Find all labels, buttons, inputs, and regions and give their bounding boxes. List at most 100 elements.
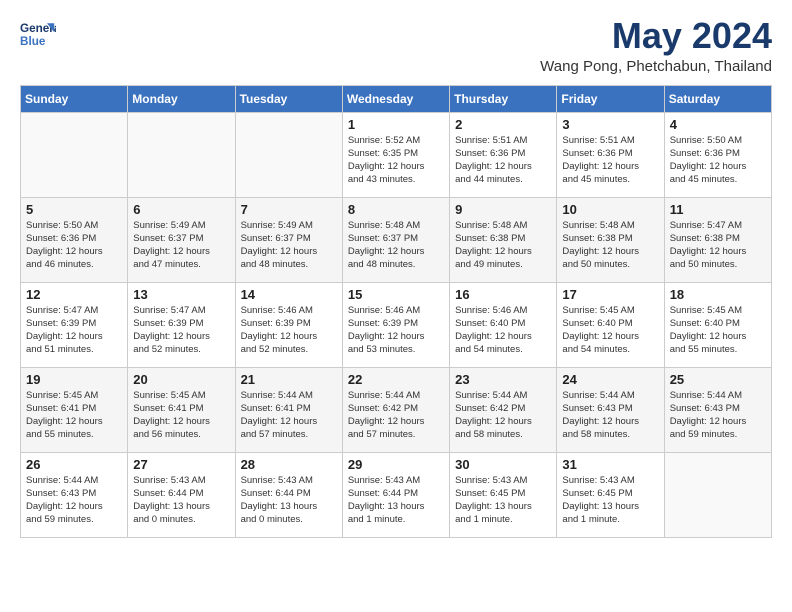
header-sunday: Sunday (21, 85, 128, 112)
title-area: May 2024 Wang Pong, Phetchabun, Thailand (540, 16, 772, 75)
calendar-cell: 19Sunrise: 5:45 AM Sunset: 6:41 PM Dayli… (21, 367, 128, 452)
day-number: 17 (562, 287, 658, 302)
day-number: 8 (348, 202, 444, 217)
calendar-cell: 8 Sunrise: 5:48 AM Sunset: 6:37 PM Daylig… (342, 197, 449, 282)
day-number: 2 (455, 117, 551, 132)
cell-info: Sunrise: 5:46 AM Sunset: 6:40 PM Dayligh… (455, 304, 551, 357)
day-number: 23 (455, 372, 551, 387)
calendar-cell: 24Sunrise: 5:44 AM Sunset: 6:43 PM Dayli… (557, 367, 664, 452)
calendar-cell (128, 112, 235, 197)
calendar-cell: 27Sunrise: 5:43 AM Sunset: 6:44 PM Dayli… (128, 452, 235, 537)
cell-info: Sunrise: 5:47 AM Sunset: 6:39 PM Dayligh… (26, 304, 122, 357)
page-header: General Blue May 2024 Wang Pong, Phetcha… (20, 16, 772, 75)
calendar-cell: 23 Sunrise: 5:44 AM Sunset: 6:42 PM Dayli… (450, 367, 557, 452)
day-number: 7 (241, 202, 337, 217)
day-number: 30 (455, 457, 551, 472)
cell-info: Sunrise: 5:43 AM Sunset: 6:45 PM Dayligh… (455, 474, 551, 527)
week-row-2: 5 Sunrise: 5:50 AM Sunset: 6:36 PM Daylig… (21, 197, 772, 282)
calendar-cell: 4 Sunrise: 5:50 AM Sunset: 6:36 PM Daylig… (664, 112, 771, 197)
day-number: 1 (348, 117, 444, 132)
cell-info: Sunrise: 5:51 AM Sunset: 6:36 PM Dayligh… (562, 134, 658, 187)
cell-info: Sunrise: 5:47 AM Sunset: 6:39 PM Dayligh… (133, 304, 229, 357)
calendar-cell: 7 Sunrise: 5:49 AM Sunset: 6:37 PM Daylig… (235, 197, 342, 282)
cell-info: Sunrise: 5:50 AM Sunset: 6:36 PM Dayligh… (670, 134, 766, 187)
cell-info: Sunrise: 5:44 AM Sunset: 6:43 PM Dayligh… (562, 389, 658, 442)
day-number: 4 (670, 117, 766, 132)
calendar-cell: 12 Sunrise: 5:47 AM Sunset: 6:39 PM Dayli… (21, 282, 128, 367)
calendar-table: SundayMondayTuesdayWednesdayThursdayFrid… (20, 85, 772, 538)
day-number: 22 (348, 372, 444, 387)
calendar-cell (664, 452, 771, 537)
day-number: 16 (455, 287, 551, 302)
calendar-cell: 9Sunrise: 5:48 AM Sunset: 6:38 PM Daylig… (450, 197, 557, 282)
calendar-cell: 5 Sunrise: 5:50 AM Sunset: 6:36 PM Daylig… (21, 197, 128, 282)
calendar-cell: 10 Sunrise: 5:48 AM Sunset: 6:38 PM Dayli… (557, 197, 664, 282)
day-number: 14 (241, 287, 337, 302)
calendar-cell: 30 Sunrise: 5:43 AM Sunset: 6:45 PM Dayli… (450, 452, 557, 537)
day-number: 27 (133, 457, 229, 472)
month-title: May 2024 (540, 16, 772, 56)
calendar-cell: 31Sunrise: 5:43 AM Sunset: 6:45 PM Dayli… (557, 452, 664, 537)
location-title: Wang Pong, Phetchabun, Thailand (540, 58, 772, 75)
day-number: 15 (348, 287, 444, 302)
cell-info: Sunrise: 5:50 AM Sunset: 6:36 PM Dayligh… (26, 219, 122, 272)
cell-info: Sunrise: 5:44 AM Sunset: 6:42 PM Dayligh… (455, 389, 551, 442)
week-row-3: 12 Sunrise: 5:47 AM Sunset: 6:39 PM Dayli… (21, 282, 772, 367)
cell-info: Sunrise: 5:49 AM Sunset: 6:37 PM Dayligh… (241, 219, 337, 272)
calendar-cell: 29Sunrise: 5:43 AM Sunset: 6:44 PM Dayli… (342, 452, 449, 537)
day-number: 12 (26, 287, 122, 302)
calendar-cell: 14Sunrise: 5:46 AM Sunset: 6:39 PM Dayli… (235, 282, 342, 367)
header-saturday: Saturday (664, 85, 771, 112)
calendar-cell: 2 Sunrise: 5:51 AM Sunset: 6:36 PM Daylig… (450, 112, 557, 197)
calendar-cell: 17 Sunrise: 5:45 AM Sunset: 6:40 PM Dayli… (557, 282, 664, 367)
cell-info: Sunrise: 5:48 AM Sunset: 6:38 PM Dayligh… (562, 219, 658, 272)
calendar-cell: 3 Sunrise: 5:51 AM Sunset: 6:36 PM Daylig… (557, 112, 664, 197)
cell-info: Sunrise: 5:52 AM Sunset: 6:35 PM Dayligh… (348, 134, 444, 187)
day-number: 6 (133, 202, 229, 217)
day-number: 20 (133, 372, 229, 387)
day-number: 18 (670, 287, 766, 302)
calendar-cell: 18Sunrise: 5:45 AM Sunset: 6:40 PM Dayli… (664, 282, 771, 367)
day-number: 26 (26, 457, 122, 472)
cell-info: Sunrise: 5:49 AM Sunset: 6:37 PM Dayligh… (133, 219, 229, 272)
day-number: 10 (562, 202, 658, 217)
calendar-cell: 26 Sunrise: 5:44 AM Sunset: 6:43 PM Dayli… (21, 452, 128, 537)
cell-info: Sunrise: 5:45 AM Sunset: 6:41 PM Dayligh… (133, 389, 229, 442)
cell-info: Sunrise: 5:45 AM Sunset: 6:40 PM Dayligh… (562, 304, 658, 357)
day-number: 31 (562, 457, 658, 472)
calendar-body: 1 Sunrise: 5:52 AM Sunset: 6:35 PM Daylig… (21, 112, 772, 537)
day-number: 28 (241, 457, 337, 472)
calendar-cell: 21Sunrise: 5:44 AM Sunset: 6:41 PM Dayli… (235, 367, 342, 452)
calendar-cell: 6 Sunrise: 5:49 AM Sunset: 6:37 PM Daylig… (128, 197, 235, 282)
calendar-cell: 25Sunrise: 5:44 AM Sunset: 6:43 PM Dayli… (664, 367, 771, 452)
calendar-cell: 16 Sunrise: 5:46 AM Sunset: 6:40 PM Dayli… (450, 282, 557, 367)
logo-icon: General Blue (20, 16, 56, 52)
cell-info: Sunrise: 5:51 AM Sunset: 6:36 PM Dayligh… (455, 134, 551, 187)
day-number: 19 (26, 372, 122, 387)
calendar-cell: 11 Sunrise: 5:47 AM Sunset: 6:38 PM Dayli… (664, 197, 771, 282)
calendar-header: SundayMondayTuesdayWednesdayThursdayFrid… (21, 85, 772, 112)
cell-info: Sunrise: 5:48 AM Sunset: 6:37 PM Dayligh… (348, 219, 444, 272)
calendar-cell: 22 Sunrise: 5:44 AM Sunset: 6:42 PM Dayli… (342, 367, 449, 452)
day-number: 3 (562, 117, 658, 132)
cell-info: Sunrise: 5:46 AM Sunset: 6:39 PM Dayligh… (348, 304, 444, 357)
cell-info: Sunrise: 5:47 AM Sunset: 6:38 PM Dayligh… (670, 219, 766, 272)
day-number: 5 (26, 202, 122, 217)
cell-info: Sunrise: 5:44 AM Sunset: 6:43 PM Dayligh… (26, 474, 122, 527)
day-number: 11 (670, 202, 766, 217)
header-row: SundayMondayTuesdayWednesdayThursdayFrid… (21, 85, 772, 112)
calendar-cell: 1 Sunrise: 5:52 AM Sunset: 6:35 PM Daylig… (342, 112, 449, 197)
calendar-cell (21, 112, 128, 197)
header-wednesday: Wednesday (342, 85, 449, 112)
header-thursday: Thursday (450, 85, 557, 112)
week-row-5: 26 Sunrise: 5:44 AM Sunset: 6:43 PM Dayli… (21, 452, 772, 537)
calendar-cell: 15 Sunrise: 5:46 AM Sunset: 6:39 PM Dayli… (342, 282, 449, 367)
header-friday: Friday (557, 85, 664, 112)
cell-info: Sunrise: 5:43 AM Sunset: 6:44 PM Dayligh… (348, 474, 444, 527)
day-number: 13 (133, 287, 229, 302)
cell-info: Sunrise: 5:44 AM Sunset: 6:42 PM Dayligh… (348, 389, 444, 442)
cell-info: Sunrise: 5:43 AM Sunset: 6:44 PM Dayligh… (241, 474, 337, 527)
calendar-cell: 20 Sunrise: 5:45 AM Sunset: 6:41 PM Dayli… (128, 367, 235, 452)
logo: General Blue (20, 16, 56, 52)
week-row-1: 1 Sunrise: 5:52 AM Sunset: 6:35 PM Daylig… (21, 112, 772, 197)
